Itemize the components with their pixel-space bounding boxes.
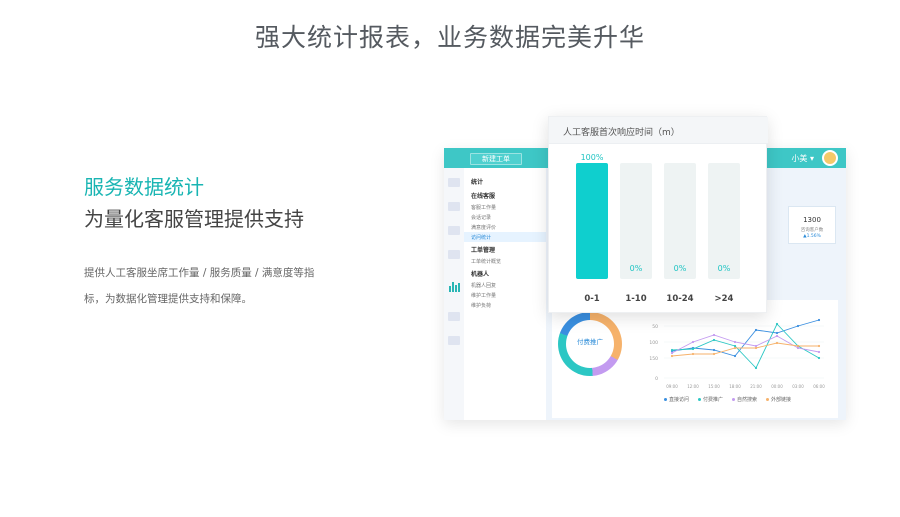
data-point xyxy=(817,318,821,322)
x-tick-label: 09:00 xyxy=(666,384,678,389)
menu-item[interactable]: 机器人回复 xyxy=(464,280,546,290)
nav-icon[interactable] xyxy=(448,178,460,187)
data-point xyxy=(754,346,758,350)
nav-icon[interactable] xyxy=(448,312,460,321)
menu-group-label: 机器人 xyxy=(471,271,490,278)
donut-label: 付费推广 xyxy=(577,338,603,346)
bar-track xyxy=(664,163,696,279)
data-point xyxy=(796,346,800,350)
chart-legend: 直接访问 付费推广 自然搜索 外部链接 xyxy=(664,396,844,403)
feature-text: 服务数据统计 为量化客服管理提供支持 提供人工客服坐席工作量 / 服务质量 / … xyxy=(84,172,374,312)
x-tick-label: 0-1 xyxy=(584,294,599,304)
data-point xyxy=(754,328,758,332)
bar-track xyxy=(620,163,652,279)
x-tick-label: 06:00 xyxy=(813,384,825,389)
series-line xyxy=(671,319,820,357)
data-point xyxy=(691,347,695,351)
bar-track xyxy=(708,163,740,279)
data-point xyxy=(817,344,821,348)
data-point xyxy=(691,352,695,356)
feature-heading-accent: 服务数据统计 xyxy=(84,175,204,199)
data-point xyxy=(775,322,779,326)
avatar[interactable] xyxy=(822,150,838,166)
y-tick-label: 50 xyxy=(652,324,658,330)
y-tick-label: 100 xyxy=(649,340,658,346)
data-point xyxy=(712,338,716,342)
nav-icon[interactable] xyxy=(448,250,460,259)
x-tick-label: 15:00 xyxy=(708,384,720,389)
feature-description: 提供人工客服坐席工作量 / 服务质量 / 满意度等指 标，为数据化管理提供支持和… xyxy=(84,260,374,312)
menu-item[interactable]: 访问统计 xyxy=(464,232,546,242)
data-point xyxy=(775,331,779,335)
bar-value-label: 0% xyxy=(630,264,643,273)
data-point xyxy=(817,350,821,354)
chart-title: 人工客服首次响应时间（m） xyxy=(563,128,680,138)
feature-description-line-2: 标，为数据化管理提供支持和保障。 xyxy=(84,293,252,305)
legend-entry[interactable]: 直接访问 xyxy=(664,397,689,403)
legend-entry[interactable]: 自然搜索 xyxy=(732,397,757,403)
new-ticket-button[interactable]: 新建工单 xyxy=(470,153,522,165)
menu-item[interactable]: 客服工作量 xyxy=(464,202,546,212)
data-point xyxy=(670,348,674,352)
data-point xyxy=(733,354,737,358)
nav-icon[interactable] xyxy=(448,226,460,235)
response-time-chart-card: 人工客服首次响应时间（m） 100% 0-1 0% 1-10 0% 10-24 0% >24 xyxy=(548,116,768,313)
user-menu[interactable]: 小美 ▾ xyxy=(791,153,814,164)
menu-group-label: 统计 xyxy=(471,179,484,186)
data-point xyxy=(712,333,716,337)
bar-value-label: 100% xyxy=(581,153,604,162)
x-tick-label: 1-10 xyxy=(625,294,646,304)
source-donut-chart: 付费推广 xyxy=(558,312,622,376)
data-point xyxy=(670,351,674,355)
legend-entry[interactable]: 付费推广 xyxy=(698,397,723,403)
menu-item[interactable]: 维护负荷 xyxy=(464,300,546,310)
x-tick-label: 10-24 xyxy=(666,294,693,304)
bar xyxy=(576,163,608,279)
data-point xyxy=(733,340,737,344)
hero-title: 强大统计报表，业务数据完美升华 xyxy=(254,23,645,52)
data-point xyxy=(754,344,758,348)
statistics-icon[interactable] xyxy=(449,282,461,292)
x-tick-label: >24 xyxy=(715,294,734,304)
data-point xyxy=(712,348,716,352)
data-point xyxy=(796,324,800,328)
menu-item[interactable]: 会话记录 xyxy=(464,212,546,222)
legend-entry[interactable]: 外部链接 xyxy=(766,397,791,403)
data-point xyxy=(796,344,800,348)
x-tick-label: 12:00 xyxy=(687,384,699,389)
traffic-line-chart: 50 100 150 0 09:00 12:00 15:00 18:00 21:00 00:00 0… xyxy=(649,318,825,389)
data-point xyxy=(817,356,821,360)
feature-description-line-1: 提供人工客服坐席工作量 / 服务质量 / 满意度等指 xyxy=(84,267,315,279)
bar-value-label: 0% xyxy=(718,264,731,273)
response-time-bar-chart: 100% 0-1 0% 1-10 0% 10-24 0% >24 xyxy=(576,153,740,304)
x-tick-label: 03:00 xyxy=(792,384,804,389)
y-tick-label: 0 xyxy=(655,376,658,382)
data-point xyxy=(733,344,737,348)
series-line xyxy=(671,334,820,354)
bar-value-label: 0% xyxy=(674,264,687,273)
menu-group-label: 工单管理 xyxy=(471,247,496,254)
x-tick-label: 21:00 xyxy=(750,384,762,389)
data-point xyxy=(775,341,779,345)
menu-item[interactable]: 满意度评价 xyxy=(464,222,546,232)
y-tick-label: 150 xyxy=(649,356,658,362)
data-point xyxy=(712,352,716,356)
x-tick-label: 00:00 xyxy=(771,384,783,389)
nav-icon[interactable] xyxy=(448,202,460,211)
menu-group-label: 在线客服 xyxy=(471,193,496,200)
menu-item[interactable]: 工单统计概览 xyxy=(464,256,546,266)
icon-sidebar xyxy=(444,168,464,420)
data-point xyxy=(691,340,695,344)
nav-icon[interactable] xyxy=(448,336,460,345)
data-point xyxy=(733,346,737,350)
data-point xyxy=(754,366,758,370)
data-point xyxy=(670,354,674,358)
stats-menu: 统计在线客服客服工作量 会话记录 满意度评价 访问统计工单管理工单统计概览机器人机器人… xyxy=(464,168,546,420)
data-point xyxy=(775,334,779,338)
feature-heading: 为量化客服管理提供支持 xyxy=(84,207,304,231)
menu-item[interactable]: 维护工作量 xyxy=(464,290,546,300)
x-tick-label: 18:00 xyxy=(729,384,741,389)
